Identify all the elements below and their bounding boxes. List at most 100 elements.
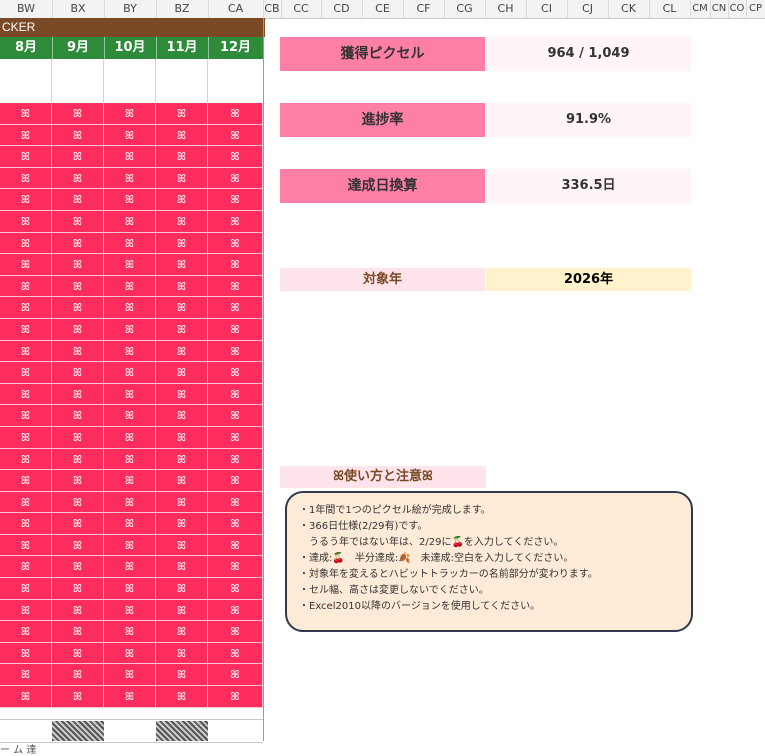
pixel-cell[interactable]: ꕤ xyxy=(208,318,263,341)
pixel-cell[interactable]: ꕤ xyxy=(52,491,104,514)
col-header[interactable]: CD xyxy=(321,0,363,18)
pixel-cell[interactable]: ꕤ xyxy=(0,599,52,622)
pixel-cell[interactable]: ꕤ xyxy=(208,578,263,600)
pixel-cell[interactable]: ꕤ xyxy=(52,362,104,384)
pixel-cell[interactable]: ꕤ xyxy=(208,146,263,168)
pixel-cell[interactable]: ꕤ xyxy=(0,297,52,319)
col-header[interactable]: CE xyxy=(362,0,404,18)
pixel-cell[interactable]: ꕤ xyxy=(208,470,263,492)
pixel-cell[interactable]: ꕤ xyxy=(208,491,263,514)
pixel-cell[interactable]: ꕤ xyxy=(156,599,208,622)
pixel-cell[interactable]: ꕤ xyxy=(0,167,52,190)
pixel-cell[interactable]: ꕤ xyxy=(52,167,104,190)
pixel-cell[interactable]: ꕤ xyxy=(156,189,208,211)
pixel-cell[interactable]: ꕤ xyxy=(208,210,263,233)
pixel-cell[interactable]: ꕤ xyxy=(0,318,52,341)
pixel-cell[interactable]: ꕤ xyxy=(0,491,52,514)
pixel-cell[interactable]: ꕤ xyxy=(104,513,156,535)
pixel-cell[interactable]: ꕤ xyxy=(52,534,104,557)
pixel-cell[interactable]: ꕤ xyxy=(104,275,156,298)
pixel-cell[interactable]: ꕤ xyxy=(156,124,208,147)
pixel-cell[interactable]: ꕤ xyxy=(208,124,263,147)
pixel-cell[interactable]: ꕤ xyxy=(156,470,208,492)
pixel-cell[interactable]: ꕤ xyxy=(208,556,263,579)
pixel-cell[interactable]: ꕤ xyxy=(0,124,52,147)
pixel-cell[interactable]: ꕤ xyxy=(104,686,156,708)
pixel-cell[interactable]: ꕤ xyxy=(52,189,104,211)
pixel-cell[interactable]: ꕤ xyxy=(52,405,104,427)
pixel-cell[interactable]: ꕤ xyxy=(0,621,52,643)
pixel-cell[interactable]: ꕤ xyxy=(208,664,263,687)
pixel-cell[interactable]: ꕤ xyxy=(0,448,52,471)
col-header[interactable]: CI xyxy=(526,0,568,18)
pixel-cell[interactable]: ꕤ xyxy=(208,297,263,319)
col-header[interactable]: BZ xyxy=(156,0,209,18)
pixel-cell[interactable]: ꕤ xyxy=(0,383,52,406)
pixel-cell[interactable]: ꕤ xyxy=(104,470,156,492)
pixel-cell[interactable]: ꕤ xyxy=(156,254,208,276)
pixel-cell[interactable]: ꕤ xyxy=(208,534,263,557)
pixel-cell[interactable]: ꕤ xyxy=(104,189,156,211)
pixel-cell[interactable]: ꕤ xyxy=(208,599,263,622)
pixel-cell[interactable]: ꕤ xyxy=(0,470,52,492)
pixel-cell[interactable]: ꕤ xyxy=(0,664,52,687)
pixel-cell[interactable]: ꕤ xyxy=(0,426,52,449)
pixel-cell[interactable]: ꕤ xyxy=(52,578,104,600)
pixel-cell[interactable]: ꕤ xyxy=(104,383,156,406)
col-header[interactable]: BW xyxy=(0,0,53,18)
pixel-cell[interactable]: ꕤ xyxy=(52,297,104,319)
pixel-cell[interactable]: ꕤ xyxy=(52,232,104,255)
pixel-cell[interactable]: ꕤ xyxy=(0,556,52,579)
pixel-cell[interactable]: ꕤ xyxy=(104,103,156,125)
pixel-cell[interactable]: ꕤ xyxy=(0,405,52,427)
pixel-cell[interactable]: ꕤ xyxy=(156,686,208,708)
pixel-cell[interactable]: ꕤ xyxy=(104,664,156,687)
pixel-cell[interactable]: ꕤ xyxy=(0,275,52,298)
pixel-cell[interactable]: ꕤ xyxy=(208,275,263,298)
pixel-cell[interactable]: ꕤ xyxy=(156,167,208,190)
pixel-cell[interactable]: ꕤ xyxy=(52,513,104,535)
habit-pixel-grid[interactable]: ꕤꕤꕤꕤꕤꕤꕤꕤꕤꕤꕤꕤꕤꕤꕤꕤꕤꕤꕤꕤꕤꕤꕤꕤꕤꕤꕤꕤꕤꕤꕤꕤꕤꕤꕤꕤꕤꕤꕤꕤ… xyxy=(0,103,263,708)
pixel-cell[interactable]: ꕤ xyxy=(104,297,156,319)
pixel-cell[interactable]: ꕤ xyxy=(0,340,52,363)
pixel-cell[interactable]: ꕤ xyxy=(104,599,156,622)
pixel-cell[interactable]: ꕤ xyxy=(52,599,104,622)
col-header[interactable]: CO xyxy=(728,0,747,18)
pixel-cell[interactable]: ꕤ xyxy=(208,405,263,427)
col-header[interactable]: BX xyxy=(52,0,105,18)
pixel-cell[interactable]: ꕤ xyxy=(104,621,156,643)
pixel-cell[interactable]: ꕤ xyxy=(104,318,156,341)
pixel-cell[interactable]: ꕤ xyxy=(156,362,208,384)
pixel-cell[interactable]: ꕤ xyxy=(52,556,104,579)
pixel-cell[interactable]: ꕤ xyxy=(156,405,208,427)
pixel-cell[interactable]: ꕤ xyxy=(208,254,263,276)
pixel-cell[interactable]: ꕤ xyxy=(156,621,208,643)
notes-textbox[interactable]: ・1年間で1つのピクセル絵が完成します。 ・366日仕様(2/29有)です。 う… xyxy=(285,491,693,632)
pixel-cell[interactable]: ꕤ xyxy=(156,146,208,168)
pixel-cell[interactable]: ꕤ xyxy=(104,448,156,471)
col-header[interactable]: CA xyxy=(208,0,264,18)
pixel-cell[interactable]: ꕤ xyxy=(156,103,208,125)
pixel-cell[interactable]: ꕤ xyxy=(52,103,104,125)
pixel-cell[interactable]: ꕤ xyxy=(156,491,208,514)
col-header[interactable]: CM xyxy=(690,0,711,18)
pixel-cell[interactable]: ꕤ xyxy=(52,642,104,665)
pixel-cell[interactable]: ꕤ xyxy=(156,340,208,363)
blank-row[interactable] xyxy=(0,59,263,82)
pixel-cell[interactable]: ꕤ xyxy=(0,189,52,211)
pixel-cell[interactable]: ꕤ xyxy=(156,426,208,449)
pixel-cell[interactable]: ꕤ xyxy=(104,578,156,600)
pixel-cell[interactable]: ꕤ xyxy=(156,642,208,665)
pixel-cell[interactable]: ꕤ xyxy=(0,103,52,125)
pixel-cell[interactable]: ꕤ xyxy=(208,167,263,190)
pixel-cell[interactable]: ꕤ xyxy=(52,210,104,233)
pixel-cell[interactable]: ꕤ xyxy=(208,383,263,406)
pixel-cell[interactable]: ꕤ xyxy=(52,318,104,341)
pixel-cell[interactable]: ꕤ xyxy=(208,513,263,535)
stat-value-days[interactable]: 336.5日 xyxy=(486,169,691,203)
hatched-cell[interactable] xyxy=(156,721,208,741)
col-header[interactable]: CL xyxy=(649,0,691,18)
pixel-cell[interactable]: ꕤ xyxy=(0,642,52,665)
pixel-cell[interactable]: ꕤ xyxy=(208,621,263,643)
pixel-cell[interactable]: ꕤ xyxy=(208,103,263,125)
